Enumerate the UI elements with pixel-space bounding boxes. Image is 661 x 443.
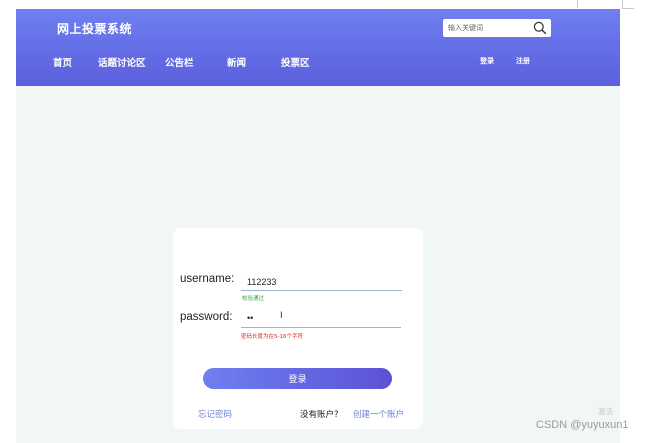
csdn-watermark: CSDN @yuyuxun1 — [536, 419, 629, 431]
search-box — [443, 19, 551, 37]
search-input[interactable] — [443, 19, 529, 37]
username-hint: 校验通过 — [242, 296, 265, 302]
nav-topic-discussion[interactable]: 话题讨论区 — [98, 55, 146, 69]
username-field[interactable] — [241, 273, 402, 291]
password-hint: 密码长度为在5-16个字符 — [241, 334, 303, 340]
password-field[interactable] — [241, 309, 401, 328]
username-label: username: — [180, 273, 235, 285]
text-cursor-icon: I — [280, 311, 283, 321]
header-login-link[interactable]: 登录 — [480, 56, 494, 66]
top-navbar: 网上投票系统 首页 话题讨论区 公告栏 新闻 投票区 登录 注册 — [16, 9, 620, 86]
header-register-link[interactable]: 注册 — [516, 56, 530, 66]
forgot-password-link[interactable]: 忘记密码 — [198, 408, 232, 420]
page-corner-mark — [622, 8, 634, 9]
nav-news[interactable]: 新闻 — [227, 55, 246, 69]
page-corner-mark — [622, 0, 623, 8]
login-submit-button[interactable]: 登录 — [203, 368, 392, 389]
page-corner-mark — [577, 0, 578, 8]
create-account-link[interactable]: 创建一个账户 — [353, 408, 404, 420]
search-icon — [533, 21, 547, 35]
nav-home[interactable]: 首页 — [53, 55, 72, 69]
nav-voting[interactable]: 投票区 — [281, 55, 310, 69]
password-label: password: — [180, 311, 233, 323]
no-account-text: 没有账户? — [300, 410, 339, 420]
site-title: 网上投票系统 — [57, 22, 133, 36]
activation-watermark: 激活 — [598, 407, 613, 416]
login-card: username: 校验通过 password: 密码长度为在5-16个字符 登… — [173, 228, 423, 429]
nav-bulletin[interactable]: 公告栏 — [165, 55, 194, 69]
search-button[interactable] — [529, 19, 551, 37]
